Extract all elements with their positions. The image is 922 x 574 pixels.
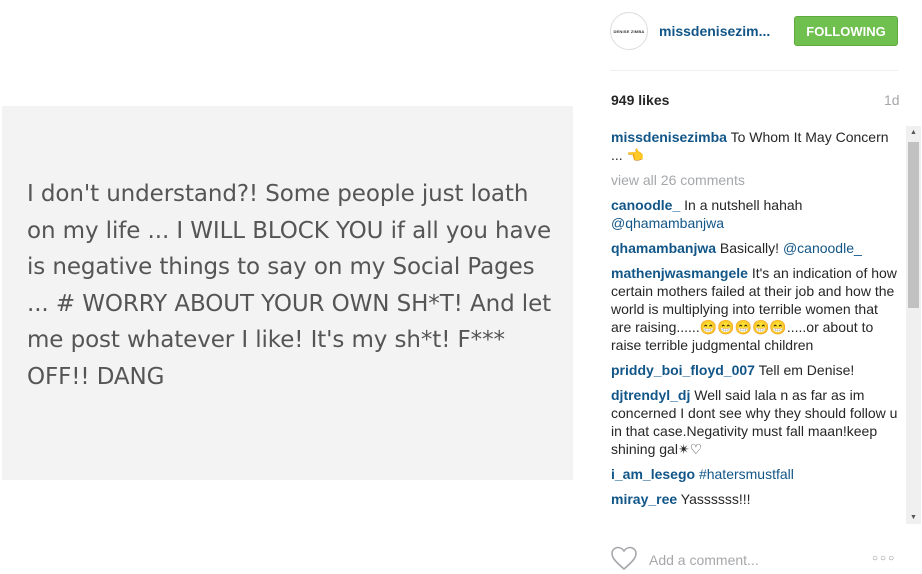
caption: missdenisezimba To Whom It May Concern .… [611, 128, 901, 164]
list-item: canoodle_ In a nutshell hahah @qhamamban… [611, 196, 901, 232]
list-item: djtrendyl_dj Well said lala n as far as … [611, 386, 901, 458]
list-item: priddy_boi_floyd_007 Tell em Denise! [611, 361, 901, 379]
comment-username[interactable]: priddy_boi_floyd_007 [611, 362, 755, 378]
more-options-icon[interactable]: ○○○ [872, 553, 896, 564]
avatar-logo-text: DENISE ZIMBA [613, 28, 645, 34]
comment-username[interactable]: miray_ree [611, 491, 677, 507]
post-timestamp[interactable]: 1d [884, 92, 900, 108]
comment-username[interactable]: canoodle_ [611, 197, 680, 213]
list-item: i_am_lesego #hatersmustfall [611, 465, 901, 483]
list-item: qhamambanjwa Basically! @canoodle_ [611, 239, 901, 257]
comment-username[interactable]: qhamambanjwa [611, 240, 716, 256]
comments-list[interactable]: missdenisezimba To Whom It May Concern .… [611, 128, 901, 526]
list-item: miray_ree Yassssss!!! [611, 490, 901, 508]
post-media: I don't understand?! Some people just lo… [0, 0, 592, 574]
list-item: mathenjwasmangele It's an indication of … [611, 264, 901, 354]
comment-mention[interactable]: @canoodle_ [783, 240, 862, 256]
scroll-up-arrow-icon[interactable]: ▲ [906, 126, 921, 139]
comment-text: Basically! [716, 240, 783, 256]
comment-text: In a nutshell hahah [680, 197, 803, 213]
comment-mention[interactable]: @qhamambanjwa [611, 215, 724, 231]
comments-scrollbar[interactable]: ▲ ▼ [906, 126, 921, 524]
header-username[interactable]: missdenisezim... [659, 23, 770, 39]
likes-count[interactable]: 949 likes [611, 92, 669, 108]
comment-username[interactable]: mathenjwasmangele [611, 265, 748, 281]
comment-username[interactable]: djtrendyl_dj [611, 387, 690, 403]
scrollbar-thumb[interactable] [908, 142, 919, 308]
comment-text: Tell em Denise! [754, 362, 855, 378]
add-comment-input[interactable]: Add a comment... [649, 552, 759, 568]
comment-text: Yassssss!!! [677, 491, 751, 507]
header-divider [610, 70, 898, 71]
caption-username[interactable]: missdenisezimba [611, 129, 727, 145]
avatar[interactable]: DENISE ZIMBA [610, 12, 648, 50]
heart-icon[interactable] [610, 545, 638, 573]
comment-hashtag[interactable]: #hatersmustfall [699, 466, 794, 482]
comment-username[interactable]: i_am_lesego [611, 466, 695, 482]
post-image-text: I don't understand?! Some people just lo… [27, 181, 552, 390]
view-all-comments-link[interactable]: view all 26 comments [611, 171, 901, 189]
following-button[interactable]: FOLLOWING [794, 16, 898, 46]
scroll-down-arrow-icon[interactable]: ▼ [906, 511, 921, 524]
post-image: I don't understand?! Some people just lo… [2, 106, 573, 480]
